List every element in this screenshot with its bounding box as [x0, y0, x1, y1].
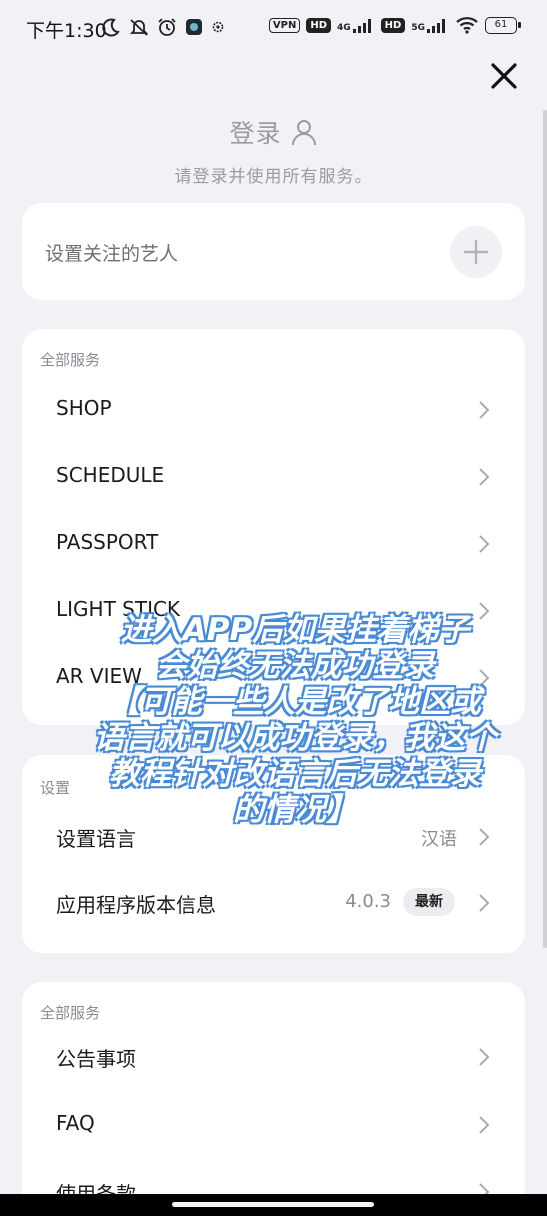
- menu-label: SCHEDULE: [56, 463, 165, 487]
- add-artist-button[interactable]: [450, 226, 502, 278]
- chevron-right-icon: [479, 468, 490, 486]
- follow-artist-label: 设置关注的艺人: [45, 243, 179, 265]
- chevron-right-icon: [479, 535, 490, 553]
- status-icons-right: VPN HD 4G HD 5G 61: [268, 16, 521, 34]
- close-icon[interactable]: [486, 58, 522, 94]
- network-5g: 5G: [411, 17, 449, 33]
- menu-label: PASSPORT: [56, 530, 159, 554]
- status-bar: 下午1:30 VPN HD 4G HD 5G 61: [0, 0, 547, 56]
- menu-label: FAQ: [56, 1111, 95, 1135]
- hd-indicator-2: HD: [380, 17, 406, 33]
- latest-badge: 最新: [403, 888, 455, 916]
- plus-icon: [463, 239, 489, 265]
- network-4g: 4G: [337, 17, 375, 33]
- hd-indicator-1: HD: [306, 17, 332, 33]
- gear-icon: [212, 21, 224, 33]
- moon-icon: [102, 18, 120, 37]
- caption-line: 【可能一些人是改了地区或: [109, 684, 481, 720]
- menu-row-shop[interactable]: SHOP: [22, 380, 525, 440]
- user-icon[interactable]: [290, 118, 318, 146]
- signal-icon: [427, 19, 445, 33]
- caption-line: 语言就可以成功登录，我这个: [93, 720, 497, 756]
- section-title-services: 全部服务: [40, 351, 101, 369]
- chevron-right-icon: [479, 401, 490, 419]
- app-icon: [186, 19, 202, 35]
- caption-line: 会始终无法成功登录: [155, 648, 435, 684]
- menu-row-passport[interactable]: PASSPORT: [22, 514, 525, 574]
- status-icons-left: [101, 17, 225, 37]
- signal-icon: [352, 19, 371, 33]
- overlay-caption: 进入APP后如果挂着梯子 会始终无法成功登录 【可能一些人是改了地区或 语言就可…: [60, 612, 530, 828]
- login-title[interactable]: 登录: [229, 114, 281, 150]
- login-screen: 下午1:30 VPN HD 4G HD 5G 61 登录 请登录并使用所有服务。…: [0, 0, 547, 1216]
- login-header[interactable]: 登录: [0, 114, 547, 150]
- chevron-right-icon: [479, 1048, 490, 1066]
- menu-row-notice[interactable]: 公告事项: [22, 1027, 525, 1087]
- login-subtitle: 请登录并使用所有服务。: [174, 167, 373, 187]
- alarm-icon: [158, 18, 176, 36]
- caption-line: 的情况】: [233, 792, 357, 828]
- menu-label: 应用程序版本信息: [56, 893, 216, 917]
- battery-indicator: 61: [485, 16, 521, 34]
- section-title-support: 全部服务: [40, 1004, 101, 1022]
- language-value: 汉语: [421, 829, 457, 850]
- wifi-icon: [456, 17, 478, 34]
- menu-label: SHOP: [56, 396, 112, 420]
- bell-off-icon: [129, 19, 149, 36]
- version-value: 4.0.3: [345, 891, 391, 912]
- support-card: 全部服务 公告事项 FAQ 使用条款: [22, 982, 525, 1216]
- menu-row-faq[interactable]: FAQ: [22, 1095, 525, 1155]
- home-indicator[interactable]: [172, 1202, 374, 1207]
- status-time: 下午1:30: [26, 20, 107, 42]
- vpn-indicator: VPN: [268, 17, 301, 33]
- menu-row-schedule[interactable]: SCHEDULE: [22, 447, 525, 507]
- chevron-right-icon: [479, 894, 490, 912]
- caption-line: 教程针对改语言后无法登录: [109, 756, 481, 792]
- follow-artist-card[interactable]: 设置关注的艺人: [22, 203, 525, 300]
- scrollbar[interactable]: [543, 110, 547, 948]
- menu-label: 公告事项: [56, 1047, 136, 1071]
- chevron-right-icon: [479, 1116, 490, 1134]
- menu-row-app-version[interactable]: 应用程序版本信息 4.0.3 最新: [22, 873, 525, 933]
- caption-line: 进入APP后如果挂着梯子: [120, 612, 470, 648]
